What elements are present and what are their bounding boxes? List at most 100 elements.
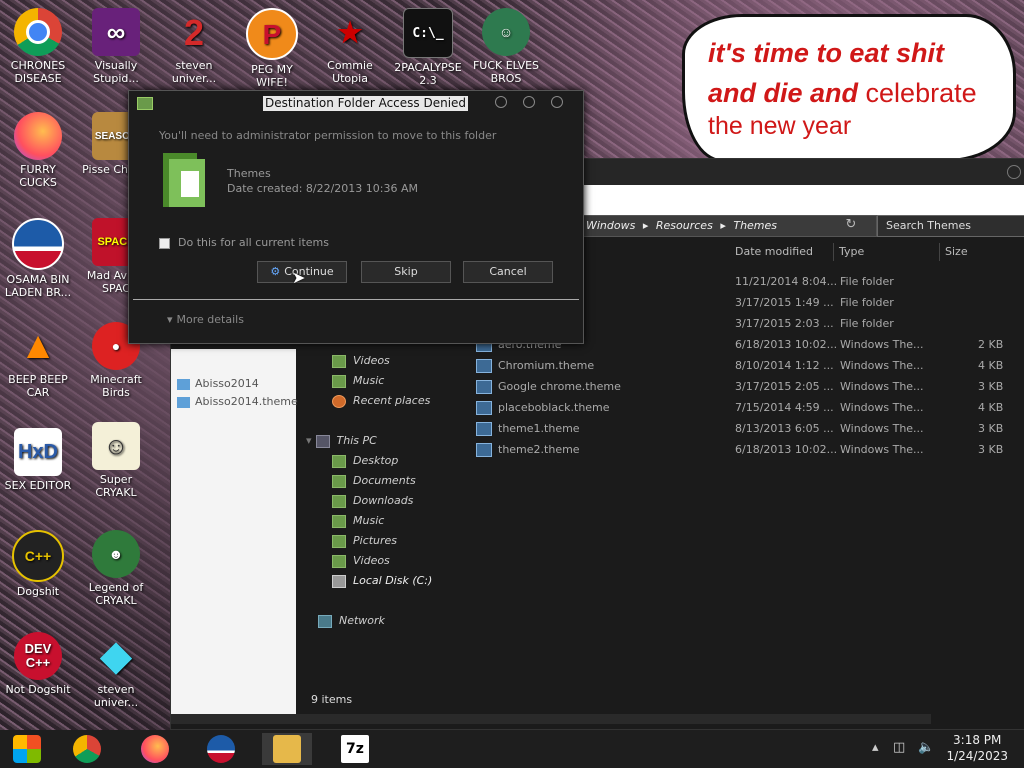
column-date-modified[interactable]: Date modified	[735, 245, 813, 258]
taskbar-firefox[interactable]	[130, 733, 180, 765]
search-input[interactable]: Search Themes	[877, 215, 1024, 237]
dev-cpp-icon: DEV C++	[14, 632, 62, 680]
network-icon[interactable]: ◫	[893, 740, 905, 755]
videos-folder-icon	[332, 354, 346, 368]
nav-item-network[interactable]: Network	[318, 614, 385, 628]
desktop-icon-steven-diamond[interactable]: ◆ steven univer...	[78, 632, 154, 710]
nav-item-desktop[interactable]: Desktop	[332, 454, 398, 468]
tray-chevron-up-icon[interactable]: ▴	[872, 740, 879, 755]
desktop-icon-sex-editor[interactable]: HxD SEX EDITOR	[0, 428, 76, 492]
music-folder-icon	[332, 514, 346, 528]
file-row[interactable]: placeboblack.theme 7/15/2014 4:59 ... Wi…	[476, 398, 1024, 418]
list-item[interactable]: Abisso2014.theme	[177, 395, 298, 408]
start-button[interactable]	[2, 733, 52, 765]
taskbar-clock[interactable]: 3:18 PM 1/24/2023	[946, 732, 1008, 764]
desktop-icon-not-dogshit[interactable]: DEV C++ Not Dogshit	[0, 632, 76, 696]
dialog-app-icon	[137, 97, 153, 110]
volume-icon[interactable]: 🔈	[918, 740, 934, 755]
nav-item-music-pc[interactable]: Music	[332, 514, 384, 528]
chevron-down-icon: ▾	[167, 313, 173, 326]
access-denied-dialog: Destination Folder Access Denied You'll …	[128, 90, 584, 344]
windows-logo-icon	[13, 735, 41, 763]
column-type[interactable]: Type	[839, 245, 864, 258]
chrome-icon	[14, 8, 62, 56]
taskbar-7zip[interactable]: 7z	[330, 733, 380, 765]
visual-studio-icon: ∞	[92, 8, 140, 56]
nav-item-documents[interactable]: Documents	[332, 474, 416, 488]
desktop-icon-2pacalypse[interactable]: C:\_ 2PACALYPSE 2.3	[390, 8, 466, 87]
refresh-icon[interactable]: ↻	[841, 216, 861, 234]
hxd-icon: HxD	[14, 428, 62, 476]
column-divider[interactable]	[939, 243, 940, 261]
desktop-icon-elves[interactable]: ☺ FUCK ELVES BROS	[468, 8, 544, 85]
list-item[interactable]: Abisso2014	[177, 377, 259, 390]
recent-places-icon	[332, 394, 346, 408]
desktop-icon-furry[interactable]: FURRY CUCKS	[0, 112, 76, 189]
nav-item-music[interactable]: Music	[332, 374, 384, 388]
apply-to-all-checkbox[interactable]: Do this for all current items	[159, 236, 329, 249]
taskbar-obama[interactable]	[196, 733, 246, 765]
desktop-icon-osama[interactable]: OSAMA BIN LADEN BR...	[0, 218, 76, 299]
folder-icon	[177, 378, 190, 390]
theme-file-icon	[476, 422, 492, 436]
firefox-icon	[14, 112, 62, 160]
desktop-icon-chrones[interactable]: CHRONES DISEASE	[0, 8, 76, 85]
desktop-icon-super-cryakl[interactable]: ☺ Super CRYAKL	[78, 422, 154, 499]
theme-file-icon	[177, 396, 190, 408]
desktop-icon-legend-cryakl[interactable]: ☻ Legend of CRYAKL	[78, 530, 154, 607]
desktop-icon-steven-universe[interactable]: 2 steven univer...	[156, 8, 232, 85]
theme-file-icon	[476, 359, 492, 373]
desktop-icon-beep[interactable]: ▲ BEEP BEEP CAR	[0, 322, 76, 400]
checkbox-box[interactable]	[159, 237, 170, 249]
breadcrumb-windows[interactable]: Windows	[586, 219, 635, 232]
close-icon[interactable]	[551, 96, 563, 108]
documents-folder-icon	[332, 474, 346, 488]
7zip-icon: 7z	[341, 735, 369, 763]
character-icon: ☻	[92, 530, 140, 578]
clock-date: 1/24/2023	[946, 749, 1008, 763]
steven-universe-icon: 2	[183, 11, 205, 53]
nav-item-videos-pc[interactable]: Videos	[332, 554, 390, 568]
obama-logo-icon	[207, 735, 235, 763]
breadcrumb-resources[interactable]: Resources	[656, 219, 713, 232]
taskbar: 7z ▴ ◫ 🔈 3:18 PM 1/24/2023	[0, 730, 1024, 768]
desktop-folder-icon	[332, 454, 346, 468]
taskbar-chrome[interactable]	[62, 733, 112, 765]
nav-item-local-disk[interactable]: Local Disk (C:)	[332, 574, 432, 588]
network-icon	[318, 614, 332, 628]
nav-item-videos[interactable]: Videos	[332, 354, 390, 368]
dialog-title: Destination Folder Access Denied	[263, 96, 469, 111]
minimize-icon[interactable]	[495, 96, 507, 108]
taskbar-file-explorer[interactable]	[262, 733, 312, 765]
chevron-down-icon[interactable]: ▾	[306, 434, 312, 447]
pictures-folder-icon	[332, 534, 346, 548]
column-divider[interactable]	[833, 243, 834, 261]
horizontal-scrollbar[interactable]	[171, 714, 931, 724]
file-explorer-icon	[273, 735, 301, 763]
desktop-icon-dogshit[interactable]: C++ Dogshit	[0, 530, 76, 598]
column-size[interactable]: Size	[945, 245, 968, 258]
skip-button[interactable]: Skip	[361, 261, 451, 283]
file-row[interactable]: Chromium.theme 8/10/2014 1:12 ... Window…	[476, 356, 1024, 376]
nav-item-this-pc[interactable]: ▾ This PC	[306, 434, 377, 448]
cancel-button[interactable]: Cancel	[463, 261, 553, 283]
file-row[interactable]: Google chrome.theme 3/17/2015 2:05 ... W…	[476, 377, 1024, 397]
theme-file-icon	[476, 443, 492, 457]
desktop-icon-peg[interactable]: P PEG MY WIFE!	[234, 8, 310, 89]
more-details-link[interactable]: ▾ More details	[167, 313, 244, 326]
breadcrumb-separator-icon: ▸	[642, 219, 649, 232]
file-row[interactable]: theme1.theme 8/13/2013 6:05 ... Windows …	[476, 419, 1024, 439]
window-control-icon[interactable]	[1007, 165, 1021, 179]
desktop-icon-commie[interactable]: ★ Commie Utopia	[312, 8, 388, 85]
address-bar[interactable]: Windows ▸ Resources ▸ Themes	[581, 215, 877, 237]
breadcrumb-themes[interactable]: Themes	[733, 219, 777, 232]
nav-item-recent-places[interactable]: Recent places	[332, 394, 430, 408]
desktop-icon-visual-studio[interactable]: ∞ Visually Stupid...	[78, 8, 154, 85]
disk-icon	[332, 574, 346, 588]
folder-name: Themes	[227, 167, 271, 180]
file-row[interactable]: theme2.theme 6/18/2013 10:02... Windows …	[476, 440, 1024, 460]
nav-item-downloads[interactable]: Downloads	[332, 494, 413, 508]
nav-item-pictures[interactable]: Pictures	[332, 534, 397, 548]
codeblocks-icon: C++	[12, 530, 64, 582]
maximize-icon[interactable]	[523, 96, 535, 108]
